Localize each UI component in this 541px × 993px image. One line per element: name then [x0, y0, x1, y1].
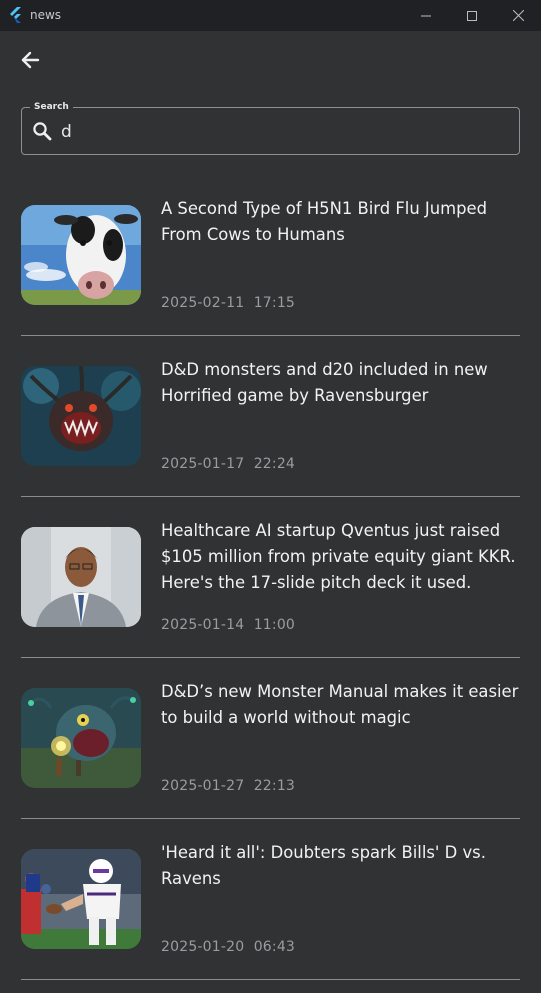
news-item[interactable]: Healthcare AI startup Qventus just raise…	[21, 497, 520, 658]
monster-photo-thumbnail	[21, 366, 141, 466]
app-window: news Search d A Second Type of H5N1 Bird…	[0, 0, 541, 993]
arrow-left-icon	[21, 51, 40, 69]
title-bar[interactable]: news	[0, 0, 541, 31]
maximize-button[interactable]	[449, 0, 495, 31]
news-item[interactable]: D&D’s new Monster Manual makes it easier…	[21, 658, 520, 819]
beholder-art-thumbnail	[21, 688, 141, 788]
news-date: 2025-02-11 17:15	[161, 295, 295, 311]
window-title: news	[30, 8, 62, 22]
search-field[interactable]: Search	[21, 101, 520, 155]
news-date-time: 17:15	[253, 295, 296, 311]
news-title: 'Heard it all': Doubters spark Bills' D …	[161, 843, 486, 888]
news-title: D&D monsters and d20 included in new Hor…	[161, 360, 488, 405]
news-title: A Second Type of H5N1 Bird Flu Jumped Fr…	[161, 199, 487, 244]
news-item[interactable]: 'Heard it all': Doubters spark Bills' D …	[21, 819, 520, 980]
news-date-day: 2025-01-20	[161, 939, 245, 955]
maximize-icon	[467, 10, 477, 21]
flutter-logo-icon	[10, 7, 21, 23]
cow-photo-thumbnail	[21, 205, 141, 305]
news-date: 2025-01-14 11:00	[161, 617, 295, 633]
news-date-time: 06:43	[253, 939, 296, 955]
news-date-time: 11:00	[253, 617, 296, 633]
news-date-day: 2025-01-17	[161, 456, 245, 472]
news-date-day: 2025-01-27	[161, 778, 245, 794]
close-icon	[512, 10, 524, 21]
news-item[interactable]: D&D monsters and d20 included in new Hor…	[21, 336, 520, 497]
news-title: Healthcare AI startup Qventus just raise…	[161, 521, 516, 592]
back-button[interactable]	[16, 46, 44, 74]
news-date-time: 22:13	[253, 778, 296, 794]
news-date: 2025-01-27 22:13	[161, 778, 295, 794]
news-title: D&D’s new Monster Manual makes it easier…	[161, 682, 519, 727]
minimize-icon	[421, 15, 431, 16]
close-button[interactable]	[495, 0, 541, 31]
news-date-day: 2025-01-14	[161, 617, 245, 633]
news-date-time: 22:24	[253, 456, 296, 472]
minimize-button[interactable]	[403, 0, 449, 31]
person-photo-thumbnail	[21, 527, 141, 627]
news-item[interactable]: A Second Type of H5N1 Bird Flu Jumped Fr…	[21, 175, 520, 336]
news-list: A Second Type of H5N1 Bird Flu Jumped Fr…	[21, 175, 520, 980]
football-photo-thumbnail	[21, 849, 141, 949]
news-date: 2025-01-20 06:43	[161, 939, 295, 955]
news-date: 2025-01-17 22:24	[161, 456, 295, 472]
search-input[interactable]	[61, 119, 501, 145]
search-label: Search	[30, 101, 73, 113]
news-date-day: 2025-02-11	[161, 295, 245, 311]
search-icon	[33, 122, 52, 141]
